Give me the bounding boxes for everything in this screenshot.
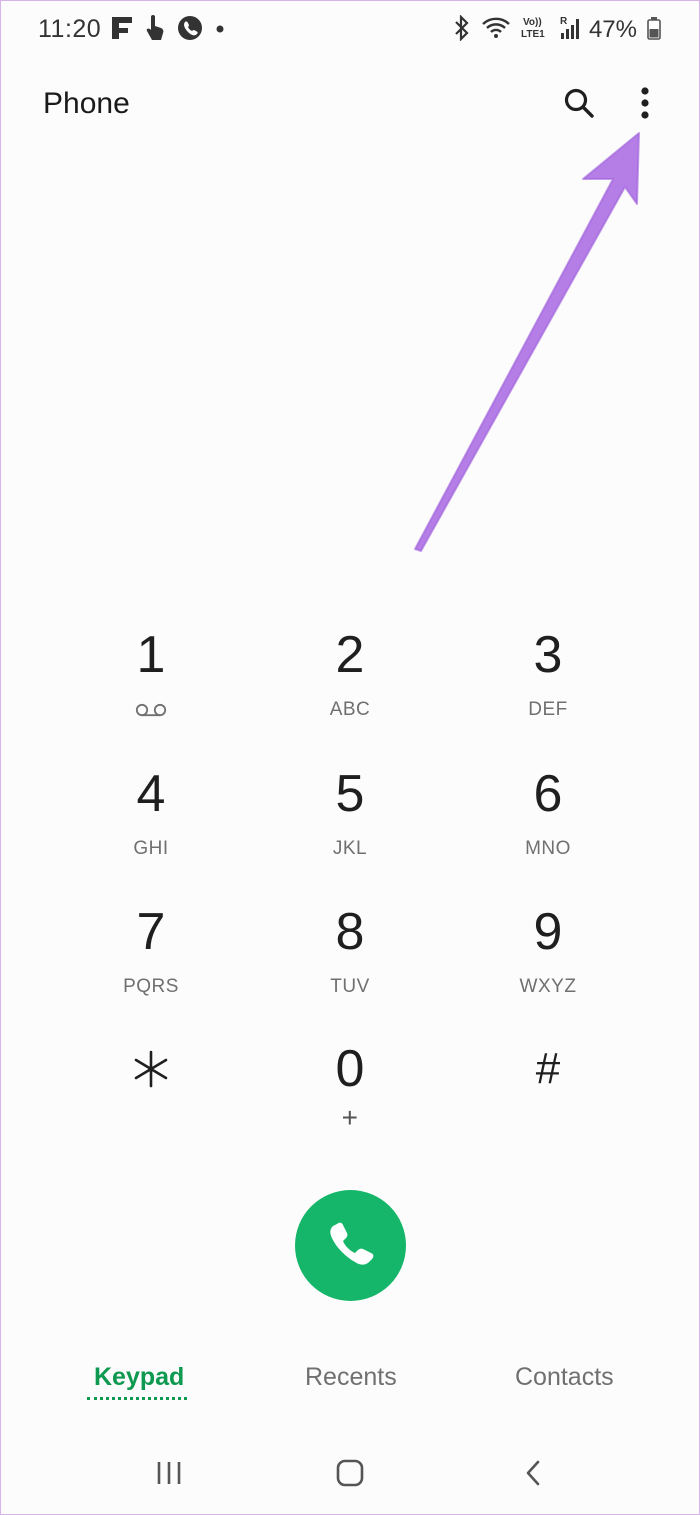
- key-6[interactable]: 6 MNO: [448, 764, 648, 894]
- key-3[interactable]: 3 DEF: [448, 625, 648, 755]
- battery-icon: [647, 16, 661, 45]
- tab-contacts[interactable]: Contacts: [515, 1363, 614, 1392]
- key-digit: #: [535, 1044, 561, 1093]
- status-left-icons: [111, 14, 225, 46]
- key-digit: 2: [335, 626, 365, 684]
- active-tab-indicator: [87, 1397, 187, 1400]
- key-0[interactable]: 0 +: [250, 1039, 450, 1169]
- svg-text:LTE1: LTE1: [521, 29, 545, 40]
- key-letters: WXYZ: [519, 976, 577, 997]
- touch-icon: [145, 14, 165, 46]
- key-1[interactable]: 1: [51, 625, 251, 755]
- key-4[interactable]: 4 GHI: [51, 764, 251, 894]
- status-time: 11:20: [38, 15, 102, 43]
- home-icon: [335, 1458, 365, 1493]
- key-digit: 7: [136, 903, 166, 961]
- key-9[interactable]: 9 WXYZ: [448, 902, 648, 1032]
- key-plus: +: [341, 1102, 359, 1133]
- tab-recents[interactable]: Recents: [305, 1363, 397, 1392]
- key-letters: ABC: [329, 699, 371, 720]
- status-bar: 11:20 Vo)) LTE1 R 47%: [1, 1, 699, 61]
- key-digit: 1: [136, 626, 166, 684]
- key-letters: GHI: [133, 838, 169, 859]
- key-letters: DEF: [528, 699, 568, 720]
- signal-icon: R: [559, 15, 579, 46]
- tab-keypad[interactable]: Keypad: [94, 1363, 184, 1392]
- more-options-icon: [640, 86, 650, 125]
- phone-icon: [324, 1216, 378, 1275]
- phone-screen: 11:20 Vo)) LTE1 R 47% Phone 1 2 ABC 3 DE…: [1, 1, 699, 1514]
- key-digit: 5: [335, 765, 365, 823]
- key-2[interactable]: 2 ABC: [250, 625, 450, 755]
- volte-icon: Vo)) LTE1: [521, 15, 549, 46]
- back-icon: [523, 1459, 543, 1492]
- key-digit: 9: [533, 903, 563, 961]
- key-digit: 4: [136, 765, 166, 823]
- key-star[interactable]: *: [51, 1039, 251, 1169]
- home-button[interactable]: [320, 1453, 380, 1497]
- key-letters: PQRS: [123, 976, 179, 997]
- search-icon: [563, 87, 595, 124]
- recent-apps-button[interactable]: [139, 1453, 199, 1497]
- key-digit: 0: [335, 1040, 365, 1098]
- status-right-icons: Vo)) LTE1 R 47%: [453, 13, 661, 47]
- key-letters: TUV: [330, 976, 370, 997]
- key-letters: MNO: [525, 838, 571, 859]
- phone-call-icon: [177, 15, 203, 46]
- key-digit: 8: [335, 903, 365, 961]
- svg-text:R: R: [560, 16, 568, 27]
- call-button[interactable]: [295, 1190, 406, 1301]
- search-button[interactable]: [558, 84, 600, 126]
- svg-text:Vo)): Vo)): [523, 17, 542, 28]
- asterisk-icon: *: [131, 1039, 171, 1099]
- bluetooth-icon: [453, 13, 471, 46]
- key-7[interactable]: 7 PQRS: [51, 902, 251, 1032]
- wifi-icon: [481, 16, 511, 45]
- key-8[interactable]: 8 TUV: [250, 902, 450, 1032]
- key-hash[interactable]: #: [448, 1039, 648, 1169]
- dot-icon: [215, 21, 225, 39]
- key-5[interactable]: 5 JKL: [250, 764, 450, 894]
- key-digit: 3: [533, 626, 563, 684]
- voicemail-icon: [135, 699, 167, 721]
- key-letters: JKL: [332, 838, 368, 859]
- battery-percent: 47%: [588, 16, 637, 43]
- back-button[interactable]: [503, 1453, 563, 1497]
- more-options-button[interactable]: [627, 84, 663, 126]
- recent-apps-icon: [154, 1460, 184, 1491]
- key-digit: 6: [533, 765, 563, 823]
- page-title: Phone: [43, 87, 130, 120]
- flipboard-icon: [111, 16, 133, 45]
